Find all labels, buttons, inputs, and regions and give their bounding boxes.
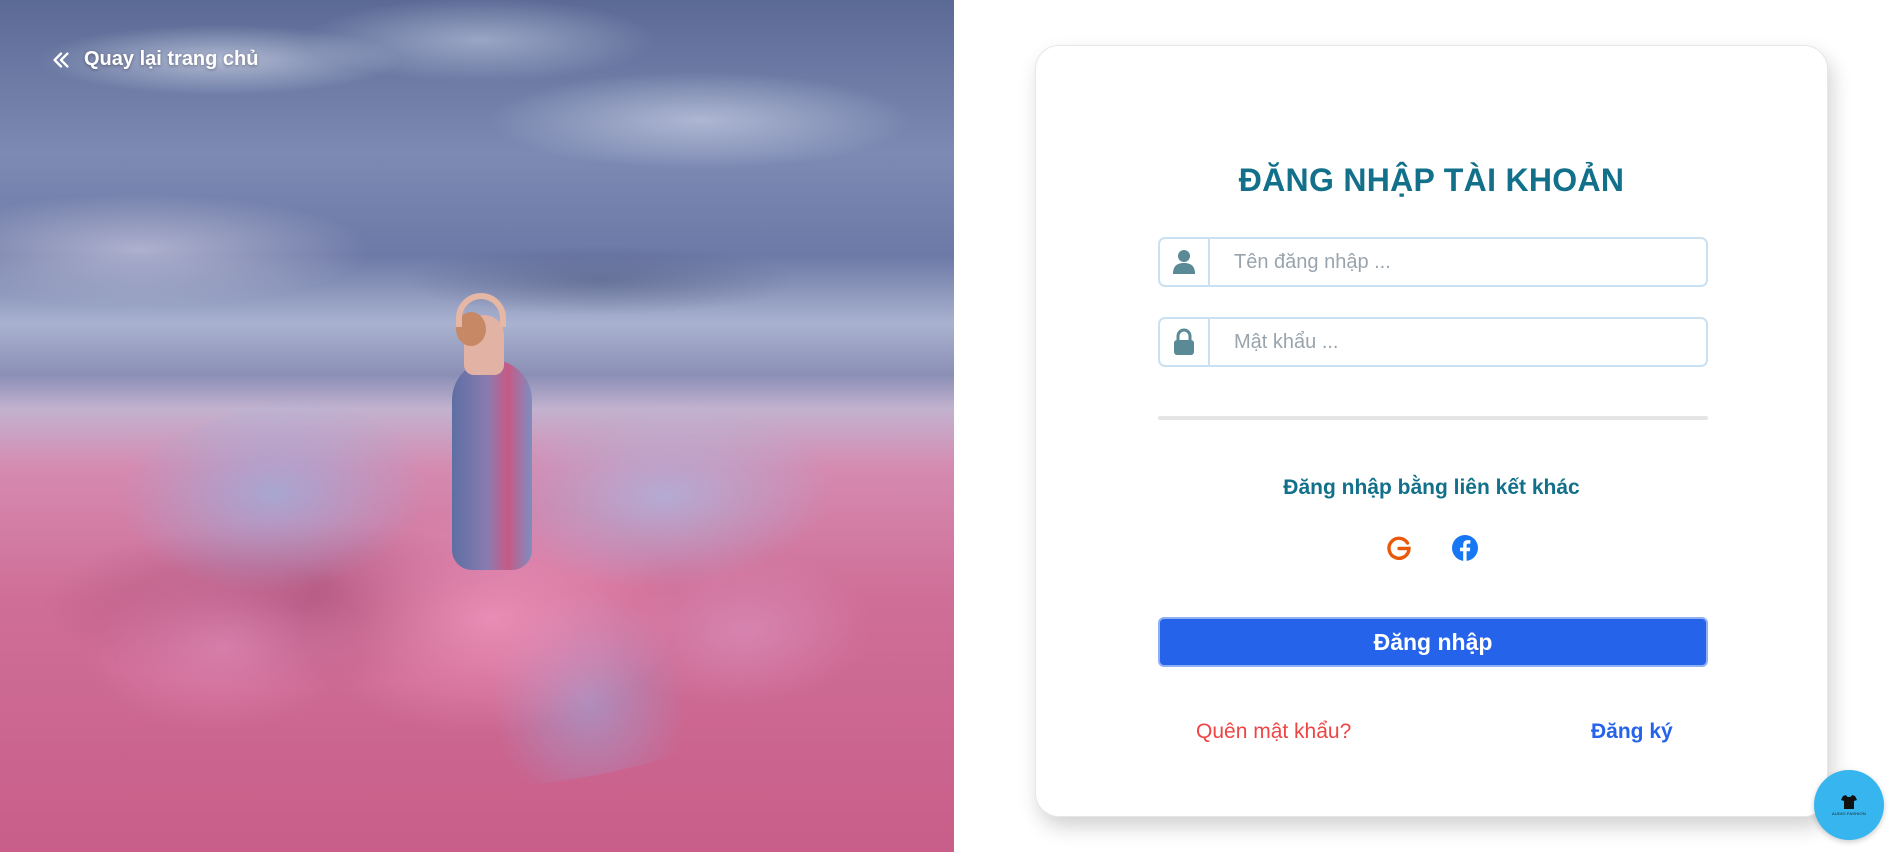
username-input[interactable] <box>1210 239 1706 285</box>
hero-figure-arms <box>456 293 506 327</box>
alt-login-label: Đăng nhập bằng liên kết khác <box>1283 476 1580 499</box>
double-chevron-left-icon <box>53 51 69 68</box>
google-icon <box>1386 536 1411 560</box>
login-submit-button[interactable]: Đăng nhập <box>1158 617 1708 667</box>
forgot-password-link[interactable]: Quên mật khẩu? <box>1196 720 1351 744</box>
facebook-icon <box>1451 535 1478 561</box>
hero-image: Quay lại trang chủ <box>0 0 954 852</box>
social-login-row <box>1036 534 1827 562</box>
back-to-home-link[interactable]: Quay lại trang chủ <box>50 48 258 71</box>
login-card: ĐĂNG NHẬP TÀI KHOẢN Đăng nhập bằng liên … <box>1035 45 1828 817</box>
user-icon <box>1160 239 1210 285</box>
login-title: ĐĂNG NHẬP TÀI KHOẢN <box>1238 162 1625 198</box>
shirt-logo-icon <box>1841 795 1857 809</box>
google-login-button[interactable] <box>1385 534 1413 562</box>
facebook-login-button[interactable] <box>1451 534 1479 562</box>
chat-widget-button[interactable]: AUDIO FASHION <box>1814 770 1884 840</box>
password-input[interactable] <box>1210 319 1706 365</box>
password-field <box>1158 317 1708 367</box>
register-link[interactable]: Đăng ký <box>1591 720 1673 744</box>
back-to-home-label: Quay lại trang chủ <box>84 48 259 70</box>
chat-widget-logo-text: AUDIO FASHION <box>1832 811 1866 816</box>
username-field <box>1158 237 1708 287</box>
lock-icon <box>1160 319 1210 365</box>
divider <box>1158 416 1708 420</box>
hero-dress-bodice <box>452 360 532 570</box>
